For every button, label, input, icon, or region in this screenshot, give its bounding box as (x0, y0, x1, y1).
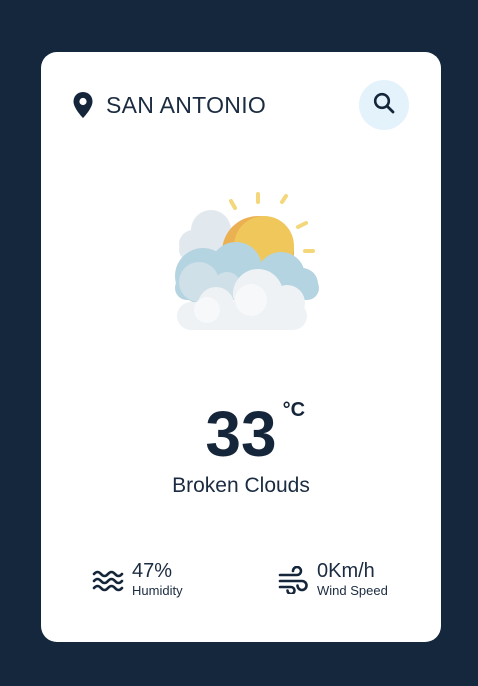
wind-stat: 0Km/h Wind Speed (277, 560, 388, 599)
temperature-unit: °C (282, 399, 306, 421)
wind-text: 0Km/h Wind Speed (317, 560, 388, 599)
wind-value: 0Km/h (317, 560, 375, 582)
search-icon (372, 91, 396, 120)
temperature-value: 33 °C (205, 398, 305, 470)
humidity-label: Humidity (132, 583, 183, 598)
waves-icon (92, 566, 124, 594)
wind-icon (277, 565, 309, 595)
card-header: SAN ANTONIO (72, 80, 409, 130)
temperature-number: 33 (205, 398, 277, 470)
temperature-block: 33 °C (41, 398, 441, 470)
search-button[interactable] (359, 80, 409, 130)
weather-card: SAN ANTONIO 33 °C Broken Clouds 47% Humi… (41, 52, 441, 642)
humidity-value: 47% (132, 560, 173, 582)
humidity-stat: 47% Humidity (92, 560, 183, 599)
humidity-text: 47% Humidity (132, 560, 183, 599)
city-name: SAN ANTONIO (106, 91, 267, 118)
partly-cloudy-sun-icon (161, 190, 323, 332)
wind-label: Wind Speed (317, 583, 388, 598)
map-pin-icon (72, 91, 94, 119)
location: SAN ANTONIO (72, 91, 266, 119)
weather-description: Broken Clouds (172, 474, 310, 497)
